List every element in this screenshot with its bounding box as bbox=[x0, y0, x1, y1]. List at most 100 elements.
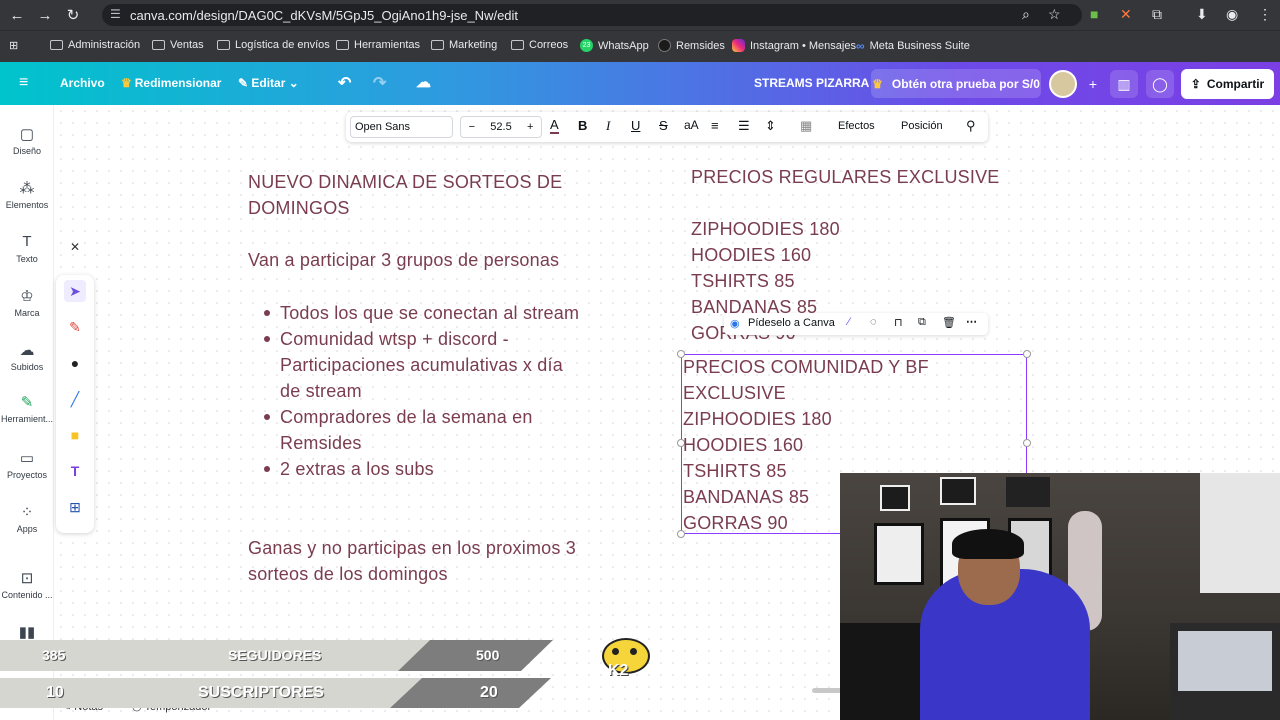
more-icon[interactable]: ⋯ bbox=[966, 315, 977, 328]
canva-ai-icon: ◉ bbox=[730, 318, 740, 330]
effects-button[interactable]: Efectos bbox=[838, 120, 875, 132]
edit-menu[interactable]: ✎ Editar ⌄ bbox=[238, 76, 299, 90]
download-icon[interactable]: ⬇ bbox=[1196, 6, 1208, 23]
sidebar-item-projects[interactable]: ▭ Proyectos bbox=[0, 449, 54, 480]
mascot-image: K2 bbox=[600, 630, 652, 680]
chevron-down-icon: ⌄ bbox=[288, 76, 299, 90]
transparency-icon[interactable]: ▦ bbox=[800, 118, 812, 134]
profile-icon[interactable]: ◉ bbox=[1226, 6, 1238, 23]
extensions-puzzle-icon[interactable]: ⧉ bbox=[1152, 6, 1162, 23]
person-hair bbox=[952, 529, 1024, 559]
share-button[interactable]: ⇪ Compartir bbox=[1181, 69, 1274, 99]
font-selector[interactable]: Open Sans bbox=[350, 116, 453, 138]
resize-handle[interactable] bbox=[1023, 439, 1031, 447]
extension-icon[interactable]: ✕ bbox=[1120, 6, 1132, 23]
text-color-icon[interactable]: A bbox=[550, 118, 559, 134]
bookmark-remsides[interactable]: Remsides bbox=[658, 39, 725, 52]
redo-icon[interactable]: ↷ bbox=[373, 73, 386, 93]
paint-format-icon[interactable]: ⚲ bbox=[966, 118, 976, 134]
strikethrough-icon[interactable]: S bbox=[659, 118, 668, 133]
left-title[interactable]: NUEVO DINAMICA DE SORTEOS DE DOMINGOS bbox=[248, 169, 578, 221]
folder-icon: ▭ bbox=[19, 450, 35, 467]
add-collaborator-icon[interactable]: + bbox=[1079, 70, 1107, 98]
sidebar-item-apps[interactable]: ⁘ Apps bbox=[0, 503, 54, 534]
bookmark-whatsapp[interactable]: 23 WhatsApp bbox=[580, 39, 649, 52]
bullet-list[interactable]: Todos los que se conectan al stream Comu… bbox=[248, 300, 588, 482]
bold-icon[interactable]: B bbox=[578, 118, 587, 133]
sidebar-item-tools[interactable]: ✎ Herramient... bbox=[0, 393, 54, 424]
extension-icon[interactable]: ■ bbox=[1090, 6, 1098, 22]
element-floating-toolbar: ◉ Pídeselo a Canva ⁄ ◌ ⊓ ⧉ 🗑 ⋯ bbox=[724, 313, 988, 335]
comment-icon[interactable]: ◯ bbox=[1146, 70, 1174, 98]
resize-button[interactable]: ♛ Redimensionar bbox=[121, 76, 221, 90]
zoom-icon[interactable]: ⌕ bbox=[1022, 6, 1030, 23]
pen-icon[interactable]: ✎ bbox=[64, 316, 86, 338]
reload-icon[interactable]: ↻ bbox=[62, 6, 84, 24]
bookmark-star-icon[interactable]: ☆ bbox=[1048, 6, 1061, 23]
back-icon[interactable]: ← bbox=[6, 7, 28, 24]
price-line: ZIPHOODIES 180 bbox=[683, 409, 832, 429]
line-icon[interactable]: ╱ bbox=[64, 388, 86, 410]
sidebar-item-uploads[interactable]: ☁ Subidos bbox=[0, 341, 54, 372]
menu-kebab-icon[interactable]: ⋮ bbox=[1258, 6, 1272, 23]
sidebar-item-design[interactable]: ▢ Diseño bbox=[0, 125, 54, 156]
text-tool-icon[interactable]: T bbox=[64, 460, 86, 482]
prices-regular-title[interactable]: PRECIOS REGULARES EXCLUSIVE bbox=[691, 164, 1021, 190]
font-size-stepper[interactable]: − 52.5 + bbox=[460, 116, 542, 138]
frame-picture bbox=[1006, 477, 1050, 507]
sidebar-item-content[interactable]: ⊡ Contenido ... bbox=[0, 569, 54, 600]
magic-wand-icon[interactable]: ⁄ bbox=[848, 316, 850, 328]
bookmark-instagram[interactable]: Instagram • Mensajes bbox=[732, 39, 856, 52]
spacing-icon[interactable]: ⇕ bbox=[765, 118, 776, 134]
trial-button[interactable]: ♛ Obtén otra prueba por S/0 bbox=[871, 69, 1041, 98]
italic-icon[interactable]: I bbox=[606, 118, 610, 134]
address-bar[interactable]: ☰ canva.com/design/DAG0C_dKVsM/5GpJ5_Ogi… bbox=[102, 4, 1082, 26]
avatar[interactable] bbox=[1049, 70, 1077, 98]
select-cursor-icon[interactable]: ➤ bbox=[64, 280, 86, 302]
bookmark-ventas[interactable]: Ventas bbox=[152, 39, 204, 51]
comment-icon[interactable]: ◌ bbox=[870, 316, 877, 328]
sidebar-item-brand[interactable]: ♔ Marca bbox=[0, 287, 54, 318]
bookmark-administracion[interactable]: Administración bbox=[50, 39, 140, 51]
underline-icon[interactable]: U bbox=[631, 118, 640, 133]
crown-icon: ♛ bbox=[872, 76, 883, 91]
frame-picture bbox=[940, 477, 976, 505]
prices-community-title[interactable]: PRECIOS COMUNIDAD Y BF EXCLUSIVE bbox=[683, 354, 1027, 406]
design-title[interactable]: STREAMS PIZARRA bbox=[754, 76, 869, 90]
bookmark-meta-business[interactable]: ∞ Meta Business Suite bbox=[856, 39, 970, 53]
ask-canva-button[interactable]: Pídeselo a Canva bbox=[748, 317, 835, 329]
undo-icon[interactable]: ↶ bbox=[338, 73, 351, 93]
close-palette-icon[interactable]: ✕ bbox=[66, 238, 84, 256]
trash-icon[interactable]: 🗑 bbox=[942, 316, 956, 329]
site-settings-icon[interactable]: ☰ bbox=[110, 7, 121, 21]
bookmark-marketing[interactable]: Marketing bbox=[431, 39, 497, 51]
shapes-icon[interactable]: ● bbox=[64, 352, 86, 374]
table-icon[interactable]: ⊞ bbox=[64, 496, 86, 518]
horizontal-scrollbar[interactable] bbox=[812, 688, 842, 693]
sticky-note-icon[interactable]: ■ bbox=[64, 424, 86, 446]
content-icon: ⊡ bbox=[20, 570, 34, 587]
increase-size-button[interactable]: + bbox=[527, 121, 533, 133]
sidebar-item-text[interactable]: T Texto bbox=[0, 233, 54, 264]
bookmark-herramientas[interactable]: Herramientas bbox=[336, 39, 420, 51]
list-icon[interactable]: ☰ bbox=[738, 118, 750, 134]
forward-icon[interactable]: → bbox=[34, 7, 56, 24]
bookmark-logistica[interactable]: Logística de envíos bbox=[217, 39, 330, 51]
file-menu[interactable]: Archivo bbox=[60, 76, 105, 90]
analytics-icon[interactable]: ▥ bbox=[1110, 70, 1138, 98]
cloud-saved-icon[interactable]: ☁ bbox=[416, 73, 431, 91]
align-icon[interactable]: ≡ bbox=[711, 118, 719, 133]
sidebar-item-elements[interactable]: ⁂ Elementos bbox=[0, 179, 54, 210]
hamburger-menu-icon[interactable]: ≡ bbox=[19, 74, 28, 92]
font-size-value[interactable]: 52.5 bbox=[490, 121, 511, 133]
bookmark-correos[interactable]: Correos bbox=[511, 39, 568, 51]
apps-grid-icon[interactable]: ⊞ bbox=[9, 39, 18, 52]
duplicate-icon[interactable]: ⧉ bbox=[918, 316, 926, 329]
lock-icon[interactable]: ⊓ bbox=[894, 316, 903, 329]
letter-case-icon[interactable]: aA bbox=[684, 118, 699, 132]
decrease-size-button[interactable]: − bbox=[469, 121, 475, 133]
left-intro[interactable]: Van a participar 3 grupos de personas bbox=[248, 247, 588, 273]
position-button[interactable]: Posición bbox=[901, 120, 943, 132]
left-footer[interactable]: Ganas y no participas en los proximos 3 … bbox=[248, 535, 588, 587]
followers-current: 385 bbox=[42, 647, 66, 663]
